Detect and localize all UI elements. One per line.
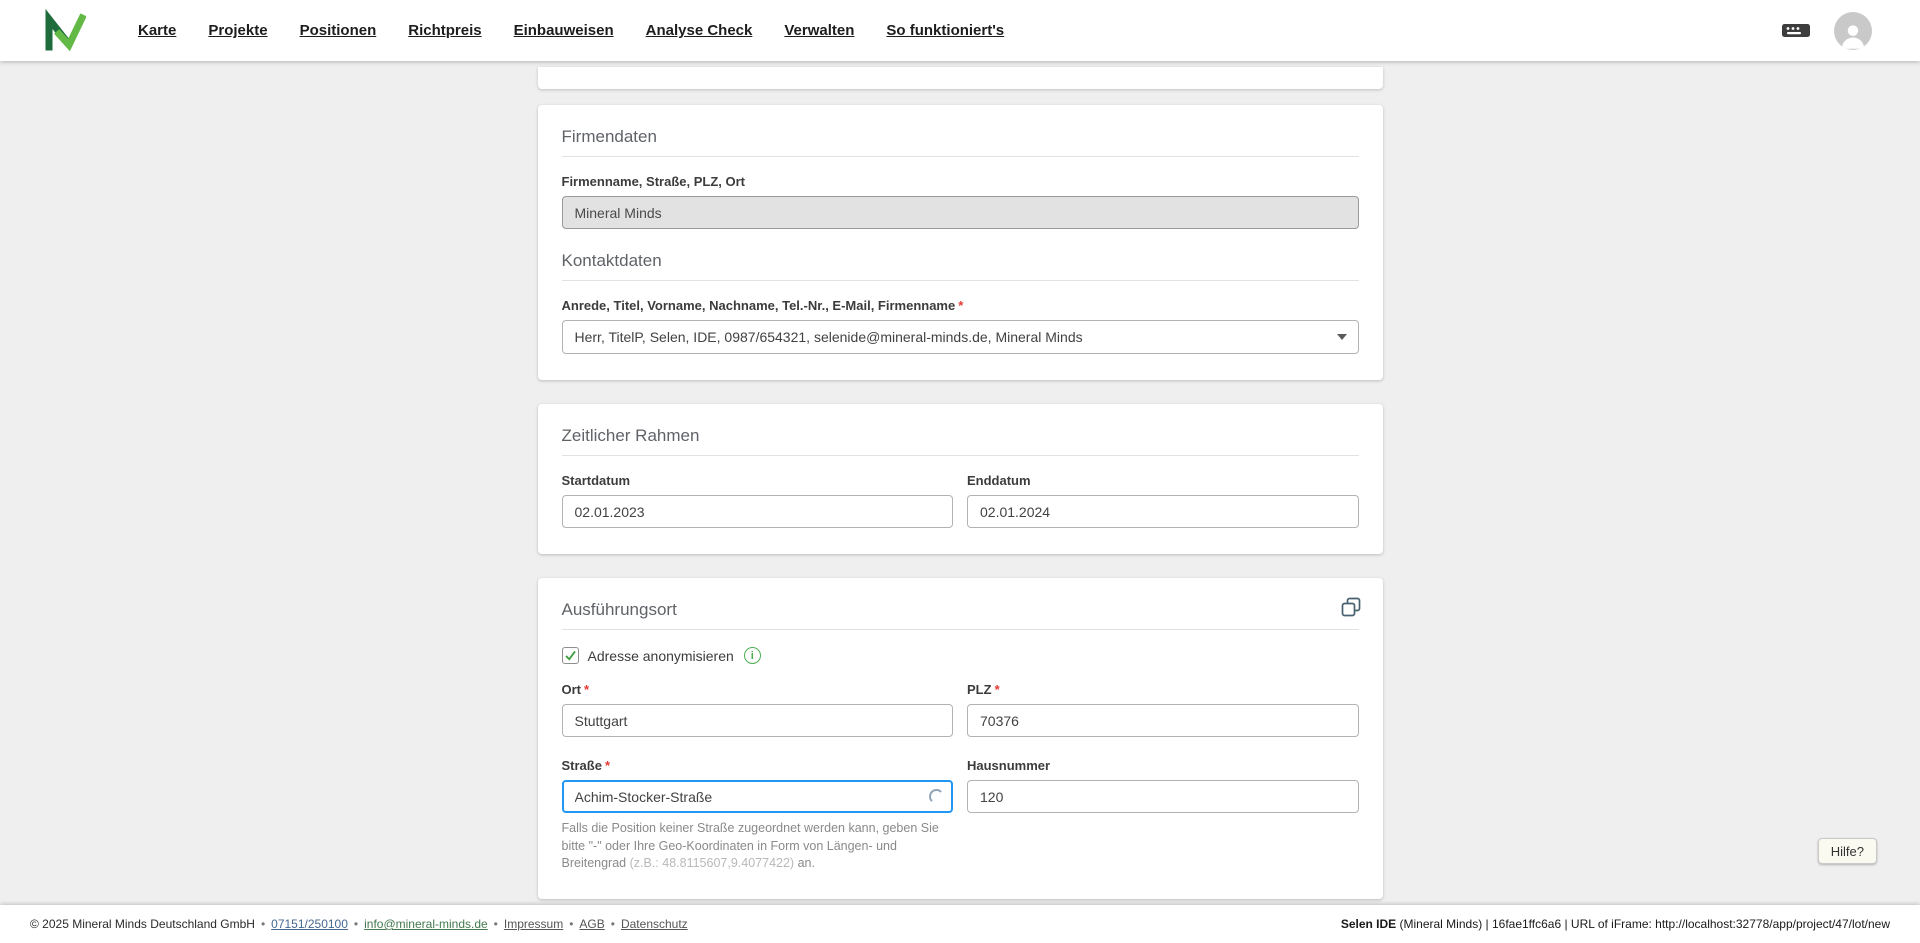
- nav-item-so-funktionierts[interactable]: So funktioniert's: [886, 22, 1004, 39]
- loading-spinner-icon: [929, 788, 944, 804]
- startdatum-label: Startdatum: [561, 473, 631, 488]
- strasse-label: Straße *: [562, 758, 954, 773]
- firmendaten-title: Firmendaten: [561, 127, 657, 146]
- strasse-helper-text: Falls die Position keiner Straße zugeord…: [562, 820, 954, 873]
- footer-separator: •: [353, 917, 359, 931]
- footer-separator: •: [610, 917, 615, 931]
- user-avatar-icon[interactable]: [1834, 11, 1872, 50]
- ausfuehrungsort-title: Ausführungsort: [561, 600, 677, 619]
- footer-agb-link[interactable]: AGB: [579, 917, 604, 931]
- help-button[interactable]: Hilfe?: [1817, 838, 1877, 864]
- debug-info-rest: (Mineral Minds) | 16fae1ffc6a6 | URL of …: [1396, 917, 1891, 931]
- divider: [561, 629, 1359, 630]
- contact-select-value: Herr, TitelP, Selen, IDE, 0987/654321, s…: [574, 329, 1083, 345]
- footer-phone-link[interactable]: 07151/250100: [271, 917, 348, 931]
- helper-example-text: (z.B.: 48.8115607,9.4077422): [629, 856, 795, 870]
- contact-label-text: Anrede, Titel, Vorname, Nachname, Tel.-N…: [561, 298, 956, 313]
- plz-input[interactable]: [967, 704, 1359, 737]
- page-footer: © 2025 Mineral Minds Deutschland GmbH • …: [0, 905, 1920, 943]
- required-marker: *: [994, 682, 1000, 697]
- debug-info-text: Selen IDE (Mineral Minds) | 16fae1ffc6a6…: [1341, 917, 1890, 931]
- card-ausfuehrungsort: Ausführungsort Adresse anonymisieren i O…: [537, 578, 1383, 899]
- plz-label-text: PLZ: [967, 682, 992, 697]
- company-label: Firmenname, Straße, PLZ, Ort: [561, 174, 746, 189]
- required-marker: *: [604, 758, 611, 773]
- zeitraum-title: Zeitlicher Rahmen: [561, 426, 700, 445]
- previous-card-cutoff: [537, 67, 1383, 89]
- nav-item-positionen[interactable]: Positionen: [300, 22, 377, 39]
- hausnummer-input[interactable]: [967, 780, 1359, 813]
- strasse-input[interactable]: [561, 780, 953, 813]
- card-zeitlicher-rahmen: Zeitlicher Rahmen Startdatum Enddatum: [537, 404, 1383, 554]
- nav-item-analyse-check[interactable]: Analyse Check: [646, 22, 753, 39]
- contact-label: Anrede, Titel, Vorname, Nachname, Tel.-N…: [562, 298, 1359, 313]
- hausnummer-label: Hausnummer: [967, 758, 1051, 773]
- footer-separator: •: [493, 917, 498, 931]
- anonymize-checkbox[interactable]: [561, 647, 579, 664]
- footer-datenschutz-link[interactable]: Datenschutz: [621, 917, 688, 931]
- anonymize-label[interactable]: Adresse anonymisieren: [588, 648, 734, 664]
- enddatum-input[interactable]: [967, 495, 1359, 528]
- navbar-right-actions: [1780, 11, 1872, 50]
- required-marker: *: [584, 682, 590, 697]
- info-icon[interactable]: i: [743, 647, 761, 664]
- footer-separator: •: [569, 917, 574, 931]
- kontaktdaten-title: Kontaktdaten: [561, 251, 662, 270]
- nav-item-projekte[interactable]: Projekte: [208, 22, 267, 39]
- server-icon[interactable]: [1780, 19, 1812, 43]
- copyright-text: © 2025 Mineral Minds Deutschland GmbH: [30, 917, 255, 931]
- divider: [561, 455, 1359, 456]
- startdatum-input[interactable]: [561, 495, 953, 528]
- page-content: Firmendaten Firmenname, Straße, PLZ, Ort…: [0, 0, 1920, 943]
- main-navigation: Karte Projekte Positionen Richtpreis Ein…: [138, 22, 1004, 39]
- ort-label-text: Ort: [561, 682, 582, 697]
- helper-suffix-text: an.: [794, 856, 815, 870]
- enddatum-label: Enddatum: [967, 473, 1031, 488]
- nav-item-karte[interactable]: Karte: [138, 22, 176, 39]
- footer-separator: •: [260, 917, 266, 931]
- required-marker: *: [958, 298, 964, 313]
- footer-impressum-link[interactable]: Impressum: [504, 917, 563, 931]
- card-firmendaten: Firmendaten Firmenname, Straße, PLZ, Ort…: [537, 105, 1383, 380]
- divider: [561, 156, 1359, 157]
- chevron-down-icon: [1336, 334, 1347, 340]
- plz-label: PLZ *: [967, 682, 1359, 697]
- copy-icon[interactable]: [1341, 597, 1361, 622]
- nav-item-verwalten[interactable]: Verwalten: [784, 22, 854, 39]
- ort-input[interactable]: [561, 704, 953, 737]
- ort-label: Ort *: [562, 682, 954, 697]
- contact-select[interactable]: Herr, TitelP, Selen, IDE, 0987/654321, s…: [561, 320, 1359, 354]
- app-logo-icon[interactable]: [42, 8, 87, 53]
- divider: [561, 280, 1359, 281]
- nav-item-richtpreis[interactable]: Richtpreis: [408, 22, 481, 39]
- top-navbar: Karte Projekte Positionen Richtpreis Ein…: [0, 0, 1920, 61]
- footer-email-link[interactable]: info@mineral-minds.de: [364, 917, 488, 931]
- company-input: [561, 196, 1359, 229]
- strasse-label-text: Straße: [561, 758, 602, 773]
- nav-item-einbauweisen[interactable]: Einbauweisen: [514, 22, 614, 39]
- debug-info-bold: Selen IDE: [1340, 917, 1397, 931]
